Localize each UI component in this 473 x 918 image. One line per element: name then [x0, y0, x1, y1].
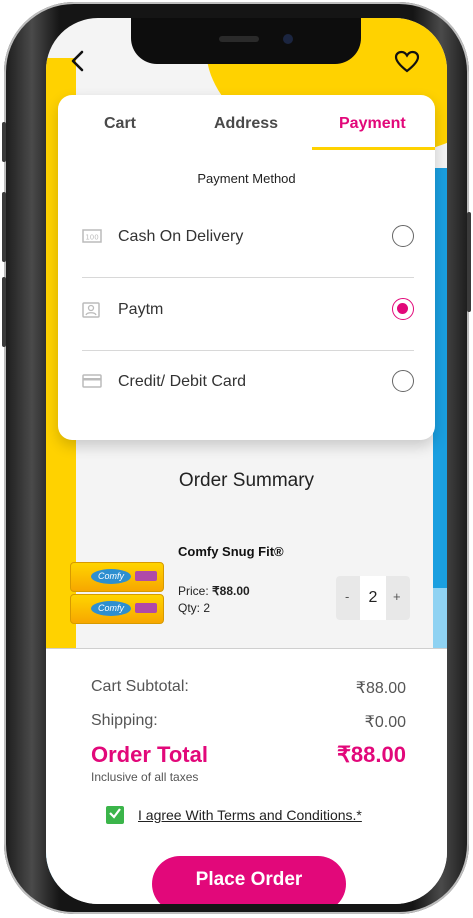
chevron-left-icon [71, 50, 84, 72]
mute-switch [2, 122, 6, 162]
volume-down-button [2, 277, 6, 347]
tax-note: Inclusive of all taxes [91, 770, 199, 784]
divider [82, 277, 414, 278]
notch [131, 18, 361, 64]
shipping-value: ₹0.00 [364, 714, 406, 731]
radio-button[interactable] [392, 370, 414, 392]
terms-link[interactable]: I agree With Terms and Conditions.* [138, 807, 362, 823]
product-qty: Qty: 2 [178, 601, 211, 615]
speaker-grill [219, 36, 259, 42]
shipping-label: Shipping: [91, 712, 158, 729]
payment-option-paytm[interactable]: Paytm [82, 288, 414, 336]
front-camera [283, 34, 293, 44]
tab-address[interactable]: Address [214, 115, 278, 133]
phone-frame: Cart Address Payment Payment Method 100 … [2, 2, 471, 914]
checkout-card: Cart Address Payment Payment Method 100 … [58, 95, 435, 440]
order-total-value: ₹88.00 [336, 742, 406, 767]
payment-option-cod[interactable]: 100 Cash On Delivery [82, 215, 414, 263]
divider [82, 350, 414, 351]
active-tab-indicator [312, 147, 435, 150]
divider [46, 648, 447, 649]
payment-method-title: Payment Method [197, 171, 296, 186]
wallpaper-shape [433, 168, 447, 588]
place-order-button[interactable]: Place Order [152, 856, 346, 904]
app-screen: Cart Address Payment Payment Method 100 … [46, 18, 447, 904]
payment-option-label: Cash On Delivery [118, 228, 244, 245]
subtotal-value: ₹88.00 [355, 680, 406, 697]
radio-button-selected[interactable] [392, 298, 414, 320]
favorite-button[interactable] [394, 50, 420, 81]
wallet-icon [82, 302, 102, 318]
order-total-label: Order Total [91, 742, 208, 767]
product-price: Price: ₹88.00 [178, 584, 250, 598]
increase-button[interactable]: + [393, 589, 401, 604]
svg-text:100: 100 [85, 234, 98, 242]
decrease-button[interactable]: - [345, 589, 349, 604]
power-button [467, 212, 471, 312]
cash-icon: 100 [82, 229, 102, 245]
quantity-stepper: - 2 + [336, 576, 410, 620]
terms-checkbox[interactable] [106, 806, 124, 824]
quantity-value[interactable]: 2 [360, 576, 386, 620]
heart-outline-icon [394, 50, 420, 73]
card-icon [82, 374, 102, 390]
cart-item: Comfy Comfy Comfy Snug Fit® Price: ₹88.0… [66, 528, 436, 638]
payment-option-label: Credit/ Debit Card [118, 373, 247, 390]
product-image: Comfy [70, 562, 164, 592]
tab-payment[interactable]: Payment [339, 115, 406, 133]
checkout-tabs: Cart Address Payment [58, 95, 435, 153]
product-name: Comfy Snug Fit® [178, 544, 284, 559]
subtotal-label: Cart Subtotal: [91, 678, 189, 695]
product-image: Comfy [70, 594, 164, 624]
order-summary-title: Order Summary [178, 470, 315, 491]
radio-button[interactable] [392, 225, 414, 247]
checkmark-icon [109, 808, 121, 819]
payment-option-label: Paytm [118, 301, 164, 318]
tab-cart[interactable]: Cart [104, 115, 136, 133]
payment-option-card[interactable]: Credit/ Debit Card [82, 360, 414, 408]
volume-up-button [2, 192, 6, 262]
back-button[interactable] [68, 48, 88, 81]
